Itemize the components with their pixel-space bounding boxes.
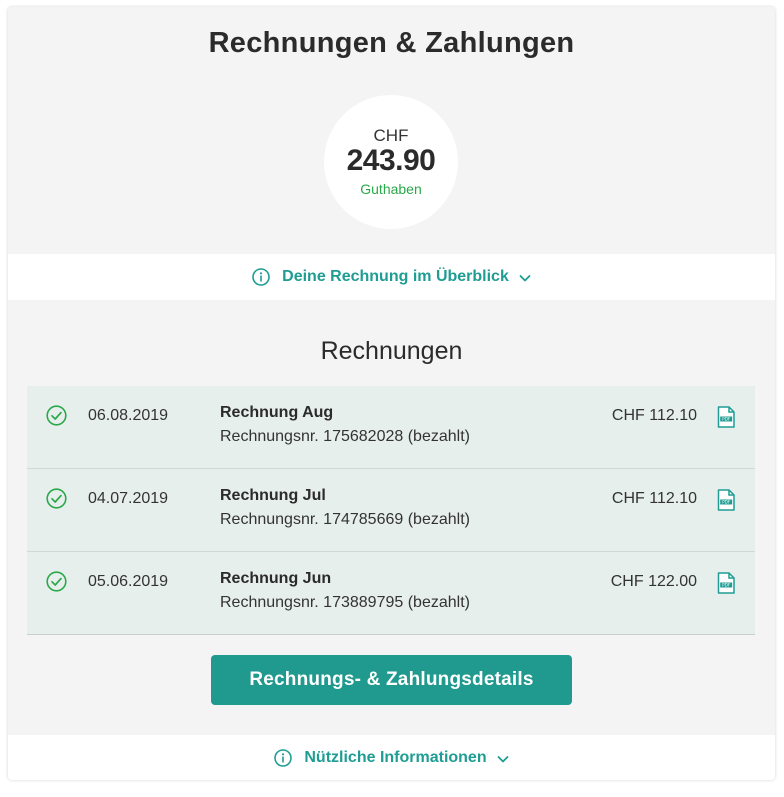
invoice-list: 06.08.2019 Rechnung Aug Rechnungsnr. 175… (27, 386, 755, 635)
invoice-title: Rechnung Jul (220, 487, 326, 504)
balance-label: Guthaben (360, 181, 422, 197)
invoice-number: Rechnungsnr. 174785669 (bezahlt) (220, 511, 470, 528)
info-icon (252, 268, 270, 286)
invoice-number: Rechnungsnr. 175682028 (bezahlt) (220, 428, 470, 445)
invoice-amount: CHF 112.10 (611, 407, 697, 424)
check-circle-icon (46, 405, 67, 426)
overview-toggle[interactable]: Deine Rechnung im Überblick (8, 254, 775, 300)
check-circle-icon (46, 488, 67, 509)
invoice-amount: CHF 122.00 (610, 573, 697, 590)
invoice-date: 06.08.2019 (88, 407, 169, 424)
invoice-row: 06.08.2019 Rechnung Aug Rechnungsnr. 175… (27, 386, 755, 468)
balance-circle: CHF 243.90 Guthaben (324, 95, 458, 229)
overview-toggle-label: Deine Rechnung im Überblick (282, 268, 509, 285)
invoice-row: 04.07.2019 Rechnung Jul Rechnungsnr. 174… (27, 468, 755, 551)
balance-currency: CHF (373, 126, 409, 145)
pdf-download-icon[interactable]: PDF (716, 406, 736, 428)
invoice-title: Rechnung Jun (220, 570, 332, 587)
chevron-down-icon (519, 271, 531, 283)
check-circle-icon (46, 571, 67, 592)
useful-info-toggle[interactable]: Nützliche Informationen (8, 735, 775, 780)
invoice-date: 05.06.2019 (88, 573, 169, 590)
invoice-date: 04.07.2019 (88, 490, 169, 507)
invoice-amount: CHF 112.10 (611, 490, 697, 507)
balance-amount: 243.90 (346, 144, 436, 177)
info-icon (274, 749, 293, 767)
billing-details-button[interactable]: Rechnungs- & Zahlungsdetails (211, 655, 572, 705)
invoice-row: 05.06.2019 Rechnung Jun Rechnungsnr. 173… (27, 551, 755, 634)
pdf-download-icon[interactable]: PDF (716, 572, 736, 594)
svg-text:PDF: PDF (722, 500, 731, 505)
pdf-download-icon[interactable]: PDF (716, 489, 736, 511)
svg-text:PDF: PDF (722, 583, 731, 588)
billing-card: Rechnungen & Zahlungen CHF 243.90 Guthab… (8, 7, 775, 780)
useful-info-toggle-label: Nützliche Informationen (304, 749, 487, 766)
invoices-section-title: Rechnungen (320, 337, 463, 365)
svg-text:PDF: PDF (722, 417, 731, 422)
page-title: Rechnungen & Zahlungen (208, 27, 575, 59)
invoice-title: Rechnung Aug (220, 404, 334, 421)
chevron-down-icon (497, 752, 509, 764)
invoice-number: Rechnungsnr. 173889795 (bezahlt) (220, 594, 470, 611)
